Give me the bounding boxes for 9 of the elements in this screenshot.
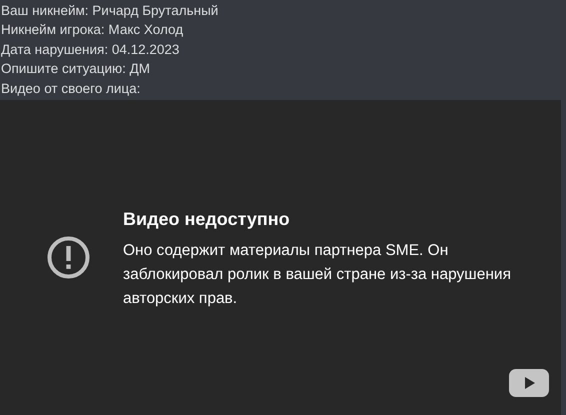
message-line: Дата нарушения: 04.12.2023	[1, 40, 180, 59]
warning-icon	[47, 236, 90, 280]
message-line: Никнейм игрока: Макс Холод	[1, 21, 184, 40]
error-title: Видео недоступно	[123, 208, 291, 230]
message-line: Ваш никнейм: Ричард Брутальный	[1, 2, 220, 20]
error-message: Оно содержит материалы партнера SME. Он заблокировал ролик в вашей стране из-за нарушения авторских прав.	[123, 240, 512, 309]
message-line: Опишите ситуацию: ДМ	[1, 60, 152, 78]
play-logo-icon[interactable]	[509, 369, 549, 397]
message-line: Видео от своего лица:	[1, 80, 142, 98]
